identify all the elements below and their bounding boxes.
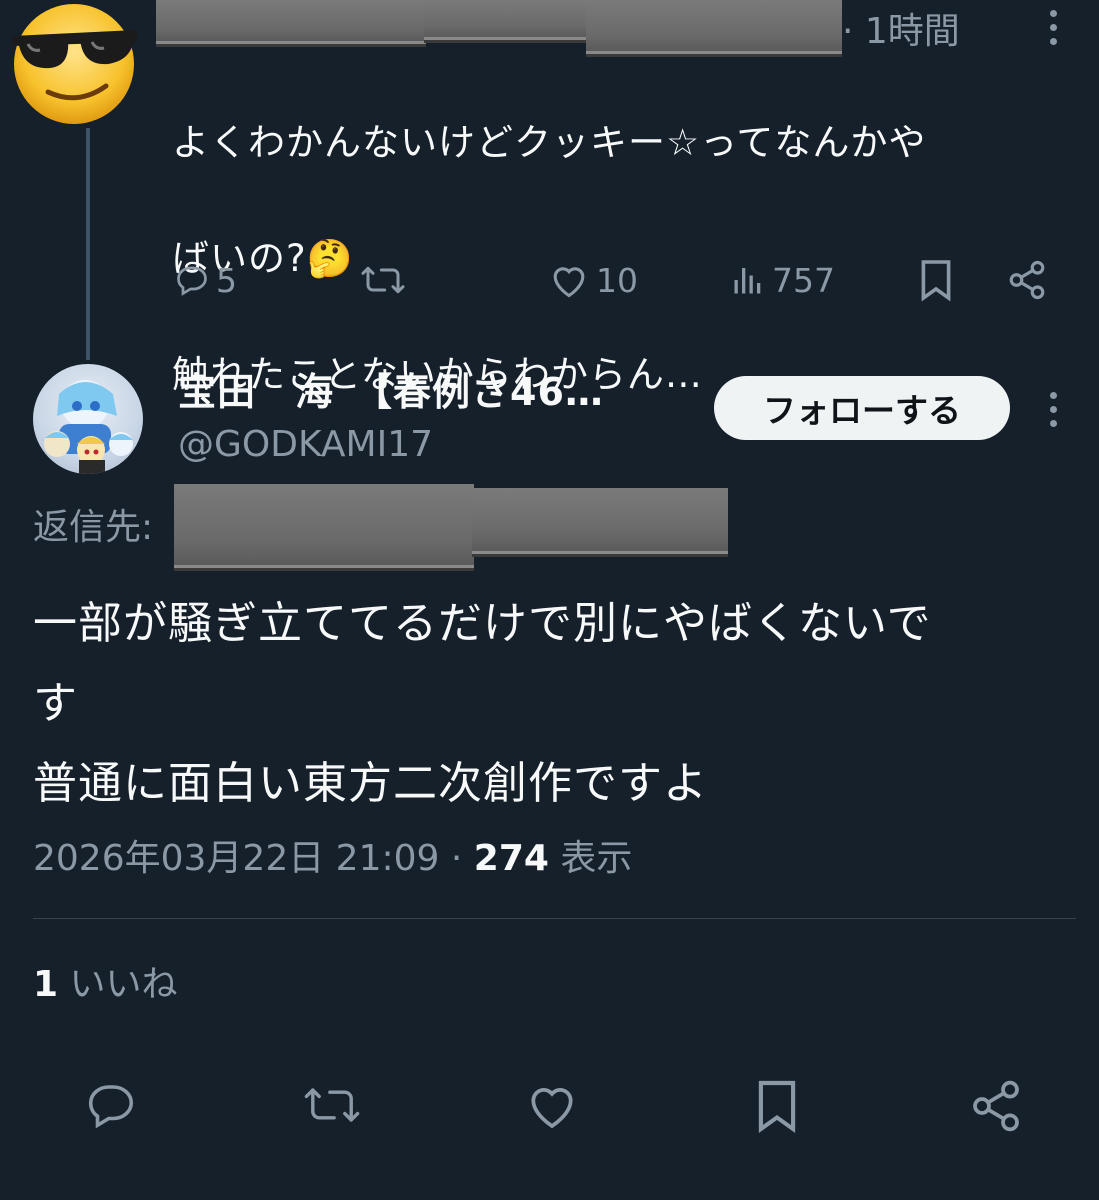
likes-count: 1	[33, 964, 59, 1005]
avatar-parent[interactable]	[8, 0, 148, 128]
like-icon	[531, 1088, 573, 1129]
follow-button[interactable]: フォローする	[714, 376, 1010, 440]
redaction-block	[174, 484, 474, 568]
reply-tweet-line: 一部が騒ぎ立ててるだけで別にやばくないで	[33, 598, 932, 649]
retweet-button[interactable]	[300, 1078, 364, 1136]
reply-tweet-line: す	[33, 678, 78, 729]
views-count: 274	[473, 838, 549, 879]
thread-connector-line	[86, 128, 90, 360]
views-label: 表示	[548, 838, 633, 879]
reply-to-label: 返信先:	[33, 507, 154, 548]
views-button[interactable]: 757	[730, 250, 835, 310]
reply-button[interactable]	[84, 1078, 138, 1136]
divider	[33, 918, 1076, 919]
like-count: 10	[596, 260, 638, 300]
like-button[interactable]	[524, 1078, 580, 1136]
reply-tweet-text: 一部が騒ぎ立ててるだけで別にやばくないで す 普通に面白い東方二次創作ですよ	[33, 584, 1073, 824]
reply-more-options-icon[interactable]	[1048, 392, 1058, 427]
share-button[interactable]	[1006, 250, 1048, 310]
reply-action-bar	[0, 1070, 1099, 1140]
reply-icon	[177, 266, 207, 296]
redaction-block	[472, 488, 728, 554]
views-icon	[734, 268, 761, 294]
redaction-block	[586, 0, 842, 54]
reply-handle[interactable]: @GODKAMI17	[178, 420, 433, 470]
bookmark-icon	[758, 1080, 796, 1134]
reply-icon	[88, 1085, 134, 1129]
tweet-meta: 2026年03月22日 21:09 · 274 表示	[33, 832, 632, 886]
plush-doll-avatar-icon	[44, 380, 133, 474]
redaction-block	[156, 0, 426, 44]
tweet-timestamp[interactable]: 2026年03月22日 21:09	[33, 838, 439, 879]
meta-separator: ·	[439, 838, 474, 879]
view-count: 757	[772, 260, 835, 300]
reply-button[interactable]: 5	[174, 250, 237, 310]
bookmark-button[interactable]	[754, 1078, 800, 1138]
bookmark-button[interactable]	[918, 250, 954, 310]
retweet-icon	[361, 266, 405, 294]
likes-label: いいね	[58, 964, 178, 1005]
share-button[interactable]	[968, 1078, 1024, 1138]
bookmark-icon	[921, 260, 951, 302]
share-icon	[1009, 260, 1045, 300]
share-icon	[973, 1080, 1019, 1132]
reply-tweet-line: 普通に面白い東方二次創作ですよ	[33, 758, 708, 809]
retweet-icon	[304, 1088, 360, 1122]
parent-action-bar: 5 10 757	[172, 250, 1062, 310]
parent-tweet-time: · 1時間	[842, 11, 960, 52]
like-icon	[553, 267, 585, 298]
redaction-block	[424, 0, 590, 40]
retweet-button[interactable]	[358, 250, 414, 310]
parent-tweet-line: よくわかんないけどクッキー☆ってなんかや	[172, 121, 927, 164]
parent-more-options-icon[interactable]	[1048, 10, 1058, 45]
sunglasses-emoji-icon	[12, 4, 138, 124]
like-button[interactable]: 10	[548, 250, 638, 310]
avatar-reply-user[interactable]	[33, 364, 143, 474]
reply-display-name[interactable]: 宝田 海 【春例さ46…	[178, 364, 668, 420]
likes-summary[interactable]: 1 いいね	[33, 958, 178, 1012]
reply-count: 5	[216, 260, 237, 300]
